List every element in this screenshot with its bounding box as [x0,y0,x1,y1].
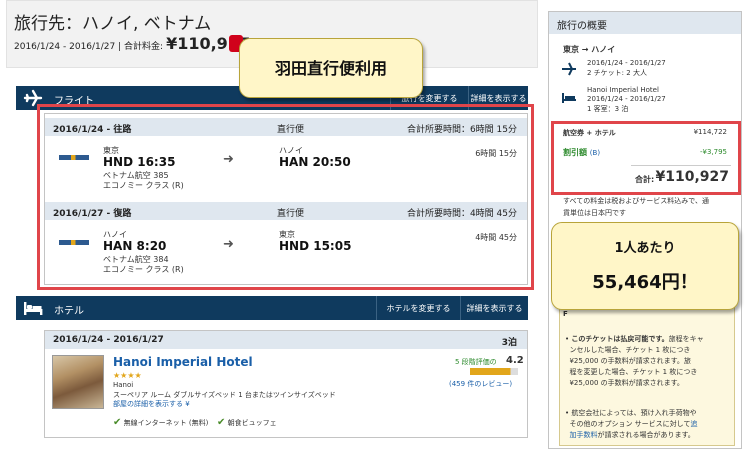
callout-per-person: 1人あたり 55,464円！ [551,222,739,310]
airplane-icon [561,62,577,79]
hotel-name-link[interactable]: Hanoi Imperial Hotel [113,355,253,369]
rating-label: 5 段階評価の [455,358,497,366]
hotel-section-bar: ホテル ホテルを変更する 詳細を表示する [16,296,528,320]
amenity-breakfast-label: 朝食ビュッフェ [227,419,277,427]
fee-link-part-1[interactable]: 追 [690,420,697,428]
baggage-bullet-text-3: が請求される場合があります。 [597,431,695,439]
callout-per-person-line2: 55,464円！ [592,272,698,293]
summary-hotel-dates: 2016/1/24 - 2016/1/27 [587,95,666,103]
summary-flight-pax: 2 チケット: 2 大人 [587,69,647,77]
rating-bar [470,368,518,375]
hotel-city: Hanoi [113,381,134,389]
checkmark-icon: ✔ [217,417,226,428]
callout-haneda: 羽田直行便利用 [239,38,423,98]
checkmark-icon: ✔ [113,417,122,428]
amenity-wifi: ✔ 無線インターネット (無料) [113,417,208,428]
hotel-stars: ★★★★ [113,371,142,380]
refund-bullet-text-4: 程を変更した場合、チケット 1 枚につき [569,368,698,376]
baggage-bullet-text-1: 航空会社によっては、預け入れ手荷物や [571,409,697,417]
hotel-box: 2016/1/24 - 2016/1/27 3泊 Hanoi Imperial … [44,330,528,438]
fee-link-part-2[interactable]: 加手数料 [569,431,597,439]
refund-bullet-text-5: ¥25,000 の手数料が請求されます。 [569,379,684,387]
hotel-details-button[interactable]: 詳細を表示する [460,296,528,320]
baggage-bullet: • 航空会社によっては、預け入れ手荷物や その他のオプション サービスに対して追… [565,409,698,439]
summary-route: 東京 → ハノイ [563,45,616,54]
rating-value: 4.2 [506,355,524,366]
hotel-dates: 2016/1/24 - 2016/1/27 [53,335,164,345]
reviews-link[interactable]: (459 件のレビュー) [449,379,512,389]
price-highlight-frame [551,121,741,195]
header-dates: 2016/1/24 - 2016/1/27 | 合計料金: ¥110,927 [14,34,250,53]
room-details-link[interactable]: 部屋の詳細を表示する ¥ [113,399,190,409]
callout-per-person-line1: 1人あたり [614,241,676,256]
refund-bullet: • このチケットは払戻可能です。旅程をキャ ンセルした場合、チケット 1 枚につ… [565,335,704,387]
page-title: 旅行先：ハノイ, ベトナム [14,14,212,34]
refund-bullet-text-2: ンセルした場合、チケット 1 枚につき [569,346,691,354]
change-hotel-button[interactable]: ホテルを変更する [376,296,460,320]
summary-hotel-rooms: 1 客室：3 泊 [587,105,629,113]
refund-bullet-text-1: 旅程をキャ [668,335,704,343]
summary-hotel-name: Hanoi Imperial Hotel [587,86,659,94]
policy-box-r: F [563,310,568,318]
amenity-wifi-label: 無線インターネット (無料) [123,419,209,427]
refund-bullet-bold: このチケットは払戻可能です。 [571,335,669,343]
amenity-breakfast: ✔ 朝食ビュッフェ [217,417,277,428]
tax-note-1: すべての料金は税およびサービス料込みで、通 [563,197,709,205]
hotel-header: 2016/1/24 - 2016/1/27 3泊 [45,331,527,349]
hotel-nights: 3泊 [501,338,517,348]
flight-highlight-frame [37,104,534,290]
baggage-bullet-text-2: その他のオプション サービスに対して [569,420,691,428]
hotel-section-label: ホテル [54,306,84,317]
hotel-photo[interactable] [52,355,104,409]
header-dates-text: 2016/1/24 - 2016/1/27 | 合計料金: [14,42,164,52]
refund-bullet-text-3: ¥25,000 の手数料が請求されます。旅 [569,357,691,365]
bed-icon [18,296,48,320]
summary-flight-dates: 2016/1/24 - 2016/1/27 [587,59,666,67]
summary-header: 旅行の概要 [549,12,741,34]
bed-icon [561,92,577,107]
summary-title: 旅行の概要 [557,21,607,32]
tax-note-2: 貨単位は日本円です [563,209,626,217]
